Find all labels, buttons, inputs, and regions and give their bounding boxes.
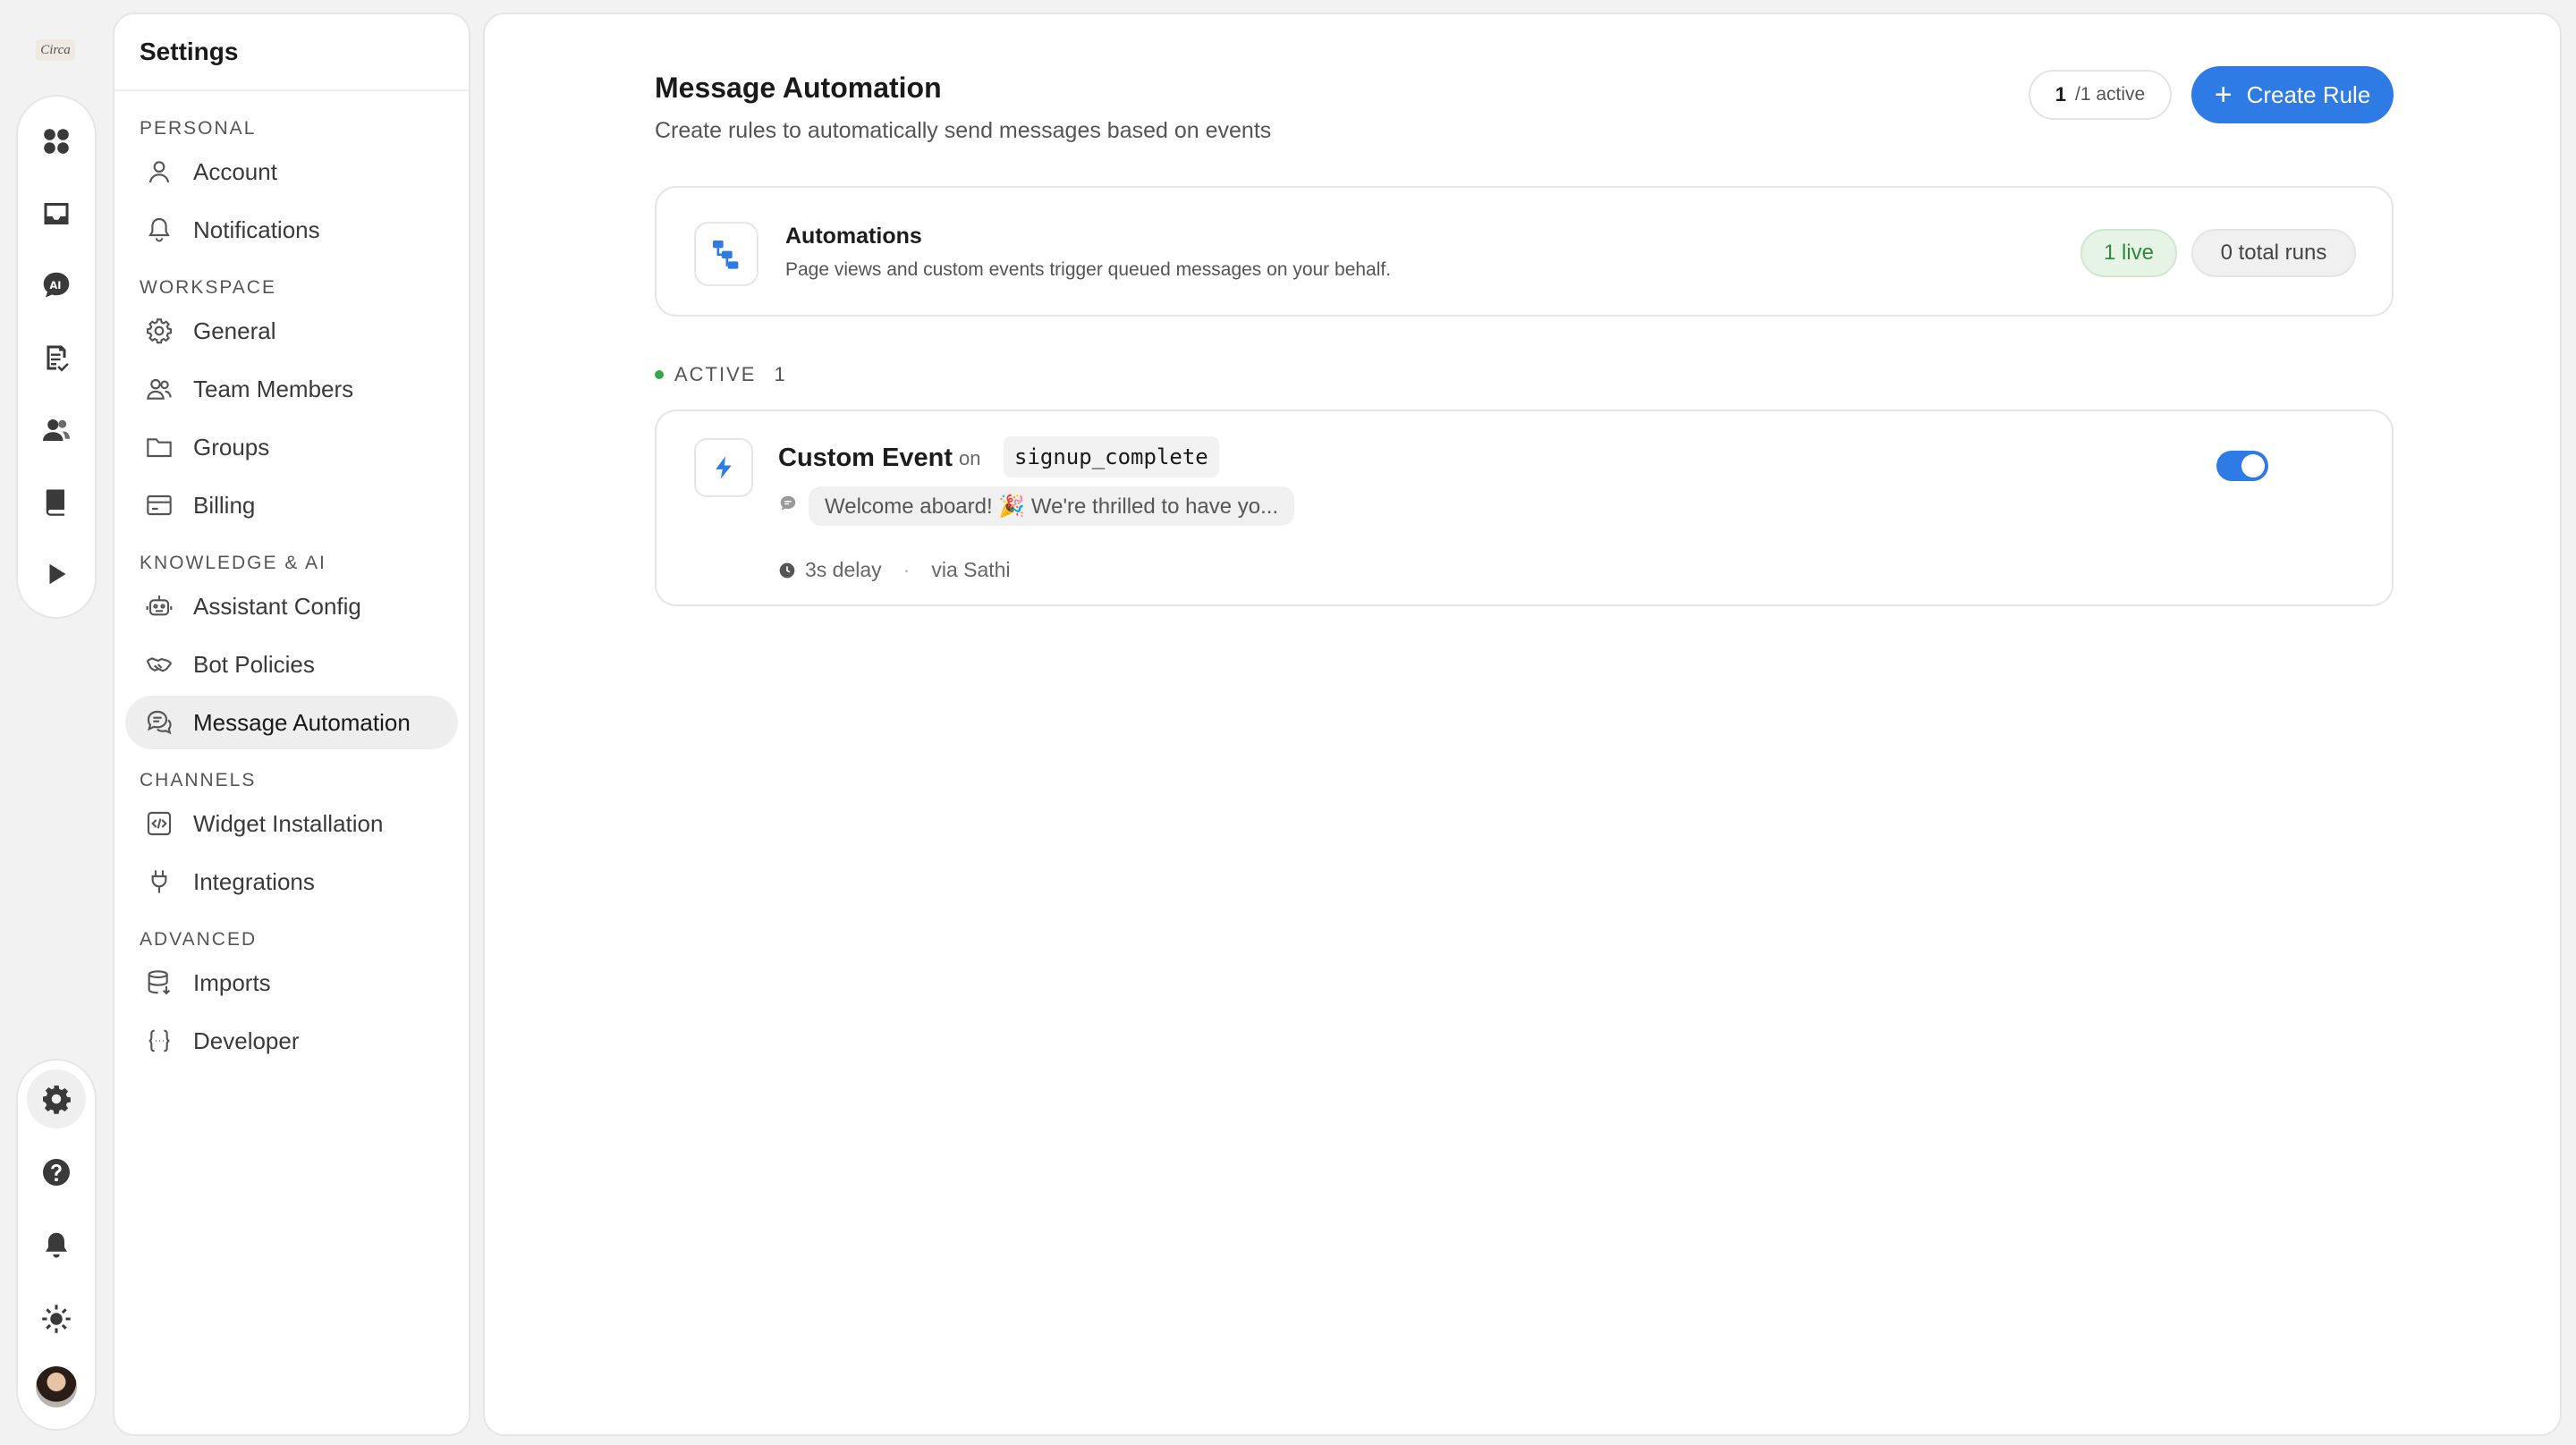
nav-item-label: Message Automation xyxy=(193,708,411,736)
nav-item-team-members[interactable]: Team Members xyxy=(125,362,458,416)
settings-nav: PERSONAL Account Notifications WORKSPACE… xyxy=(114,91,469,1068)
braces-icon xyxy=(148,1029,170,1052)
nav-item-notifications[interactable]: Notifications xyxy=(125,203,458,257)
user-icon xyxy=(148,161,170,183)
handshake-icon xyxy=(146,657,173,672)
nav-item-label: Widget Installation xyxy=(193,809,384,837)
total-runs-badge: 0 total runs xyxy=(2191,229,2356,277)
nav-item-integrations[interactable]: Integrations xyxy=(125,855,458,908)
settings-panel: Settings PERSONAL Account Notifications … xyxy=(113,13,470,1436)
live-count-badge: 1 live xyxy=(2080,229,2177,277)
nav-item-assistant-config[interactable]: Assistant Config xyxy=(125,579,458,633)
nav-item-label: Account xyxy=(193,157,277,185)
knowledge-book-icon[interactable] xyxy=(27,473,86,531)
play-icon[interactable] xyxy=(27,545,86,603)
dashboard-icon[interactable] xyxy=(27,113,86,171)
contacts-icon[interactable] xyxy=(27,401,86,459)
nav-item-general[interactable]: General xyxy=(125,304,458,358)
nav-item-developer[interactable]: Developer xyxy=(125,1014,458,1068)
nav-item-message-automation[interactable]: Message Automation xyxy=(125,696,458,749)
chat-bubbles-icon xyxy=(147,710,172,735)
rail-primary-nav: AI xyxy=(16,95,97,619)
rule-message-preview: Welcome aboard! 🎉 We're thrilled to have… xyxy=(809,486,1295,526)
nav-item-label: Groups xyxy=(193,433,270,461)
active-count-label: /1 active xyxy=(2075,84,2146,105)
user-avatar[interactable] xyxy=(36,1366,77,1407)
nav-section-personal: PERSONAL xyxy=(140,118,257,139)
nav-item-account[interactable]: Account xyxy=(125,145,458,199)
nav-item-label: Integrations xyxy=(193,867,315,895)
gear-outline-icon xyxy=(147,318,172,344)
rule-trigger-title: Custom Event xyxy=(778,444,953,472)
meta-separator: · xyxy=(902,558,911,581)
nav-section-advanced: ADVANCED xyxy=(140,929,258,950)
nav-item-billing[interactable]: Billing xyxy=(125,478,458,532)
team-icon xyxy=(147,378,172,400)
folder-icon xyxy=(147,438,172,458)
nav-item-label: Imports xyxy=(193,968,271,996)
clock-icon xyxy=(779,562,795,578)
lightning-bolt-icon xyxy=(694,438,753,497)
status-dot xyxy=(655,370,664,379)
nav-item-label: Assistant Config xyxy=(193,592,361,620)
theme-sun-icon[interactable] xyxy=(27,1289,86,1348)
bell-outline-icon xyxy=(148,217,170,242)
help-icon[interactable] xyxy=(27,1143,86,1202)
rule-via: via Sathi xyxy=(931,558,1011,581)
nav-section-workspace: WORKSPACE xyxy=(140,277,276,298)
nav-item-groups[interactable]: Groups xyxy=(125,420,458,474)
page-subtitle: Create rules to automatically send messa… xyxy=(655,118,1272,143)
rule-delay: 3s delay xyxy=(805,558,882,581)
bell-icon[interactable] xyxy=(27,1216,86,1275)
nav-item-widget-installation[interactable]: Widget Installation xyxy=(125,797,458,850)
active-count-value: 1 xyxy=(2055,83,2067,106)
page-title: Message Automation xyxy=(655,72,942,104)
rule-event-code: signup_complete xyxy=(1004,436,1219,477)
nav-item-label: Team Members xyxy=(193,375,354,402)
rule-card[interactable]: Custom Event on signup_complete Welcome … xyxy=(655,410,2394,606)
toggle-knob xyxy=(2241,454,2265,477)
inbox-icon[interactable] xyxy=(27,185,86,243)
database-import-icon xyxy=(148,970,171,995)
nav-item-label: Notifications xyxy=(193,215,320,243)
billing-card-icon xyxy=(147,494,172,516)
settings-gear-icon[interactable] xyxy=(27,1069,86,1128)
message-bubble-icon xyxy=(778,494,798,518)
nav-item-label: Billing xyxy=(193,491,256,519)
nav-section-knowledge-ai: KNOWLEDGE & AI xyxy=(140,553,326,573)
app-logo[interactable]: Circa xyxy=(36,39,75,61)
nav-item-label: General xyxy=(193,317,276,344)
active-section-label: ACTIVE xyxy=(674,363,757,385)
ai-chat-icon[interactable]: AI xyxy=(27,257,86,315)
nav-section-channels: CHANNELS xyxy=(140,770,257,790)
automations-title: Automations xyxy=(785,224,922,249)
main-content: Message Automation Create rules to autom… xyxy=(483,13,2562,1436)
active-count-badge: 1 /1 active xyxy=(2029,70,2172,120)
settings-title: Settings xyxy=(114,14,469,91)
svg-text:AI: AI xyxy=(50,280,62,292)
automations-summary-card: Automations Page views and custom events… xyxy=(655,186,2394,317)
rule-meta: 3s delay · via Sathi xyxy=(778,558,1011,582)
workflow-icon xyxy=(694,222,758,286)
active-section-count: 1 xyxy=(774,363,785,385)
tasks-icon[interactable] xyxy=(27,329,86,387)
nav-item-label: Bot Policies xyxy=(193,650,315,678)
automations-description: Page views and custom events trigger que… xyxy=(785,259,1392,280)
active-section-header: ACTIVE 1 xyxy=(655,363,785,386)
nav-item-bot-policies[interactable]: Bot Policies xyxy=(125,638,458,691)
code-box-icon xyxy=(147,811,172,836)
nav-item-imports[interactable]: Imports xyxy=(125,956,458,1010)
create-rule-label: Create Rule xyxy=(2246,80,2371,108)
robot-icon xyxy=(146,596,173,616)
nav-item-label: Developer xyxy=(193,1027,300,1054)
plus-icon: + xyxy=(2214,78,2233,112)
plug-icon xyxy=(151,870,167,893)
create-rule-button[interactable]: + Create Rule xyxy=(2191,66,2394,123)
rule-enabled-toggle[interactable] xyxy=(2216,451,2268,481)
rail-secondary-nav xyxy=(16,1059,97,1431)
rule-on-label: on xyxy=(959,447,981,469)
